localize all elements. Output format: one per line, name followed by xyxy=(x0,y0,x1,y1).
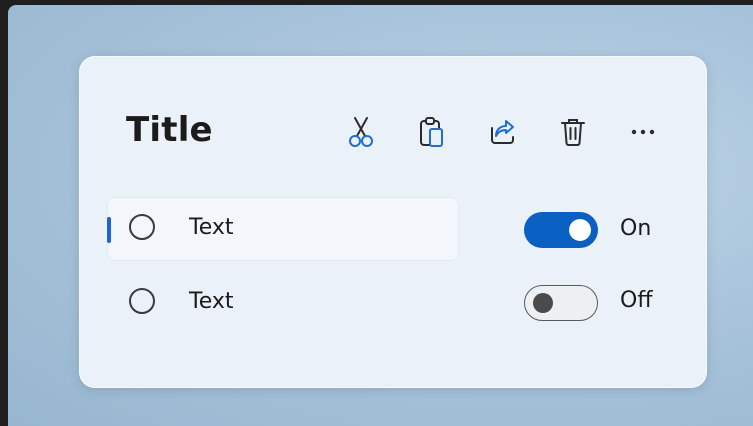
toggle-state-label-1: On xyxy=(620,216,652,241)
desktop-background: Title Text On Text Off xyxy=(8,5,753,426)
list-item-1[interactable]: Text xyxy=(107,197,459,261)
radio-button-2[interactable] xyxy=(129,288,155,314)
more-button[interactable] xyxy=(623,112,663,152)
delete-button[interactable] xyxy=(553,112,593,152)
clipboard-icon xyxy=(418,116,446,148)
share-icon xyxy=(488,118,518,146)
list-item-label: Text xyxy=(189,215,234,240)
cut-button[interactable] xyxy=(341,112,381,152)
selection-indicator xyxy=(107,217,111,243)
scissors-icon xyxy=(347,116,375,148)
list-item-2[interactable]: Text xyxy=(107,271,459,335)
paste-button[interactable] xyxy=(412,112,452,152)
radio-button-1[interactable] xyxy=(129,214,155,240)
command-card: Title Text On Text Off xyxy=(79,56,707,388)
card-title: Title xyxy=(126,110,213,150)
trash-icon xyxy=(560,117,586,147)
toggle-knob xyxy=(569,219,591,241)
more-icon xyxy=(629,128,657,136)
share-button[interactable] xyxy=(483,112,523,152)
toggle-knob xyxy=(533,293,553,313)
toggle-switch-2[interactable] xyxy=(524,285,598,321)
toggle-state-label-2: Off xyxy=(620,288,653,313)
toggle-switch-1[interactable] xyxy=(524,212,598,248)
list-item-label: Text xyxy=(189,289,234,314)
